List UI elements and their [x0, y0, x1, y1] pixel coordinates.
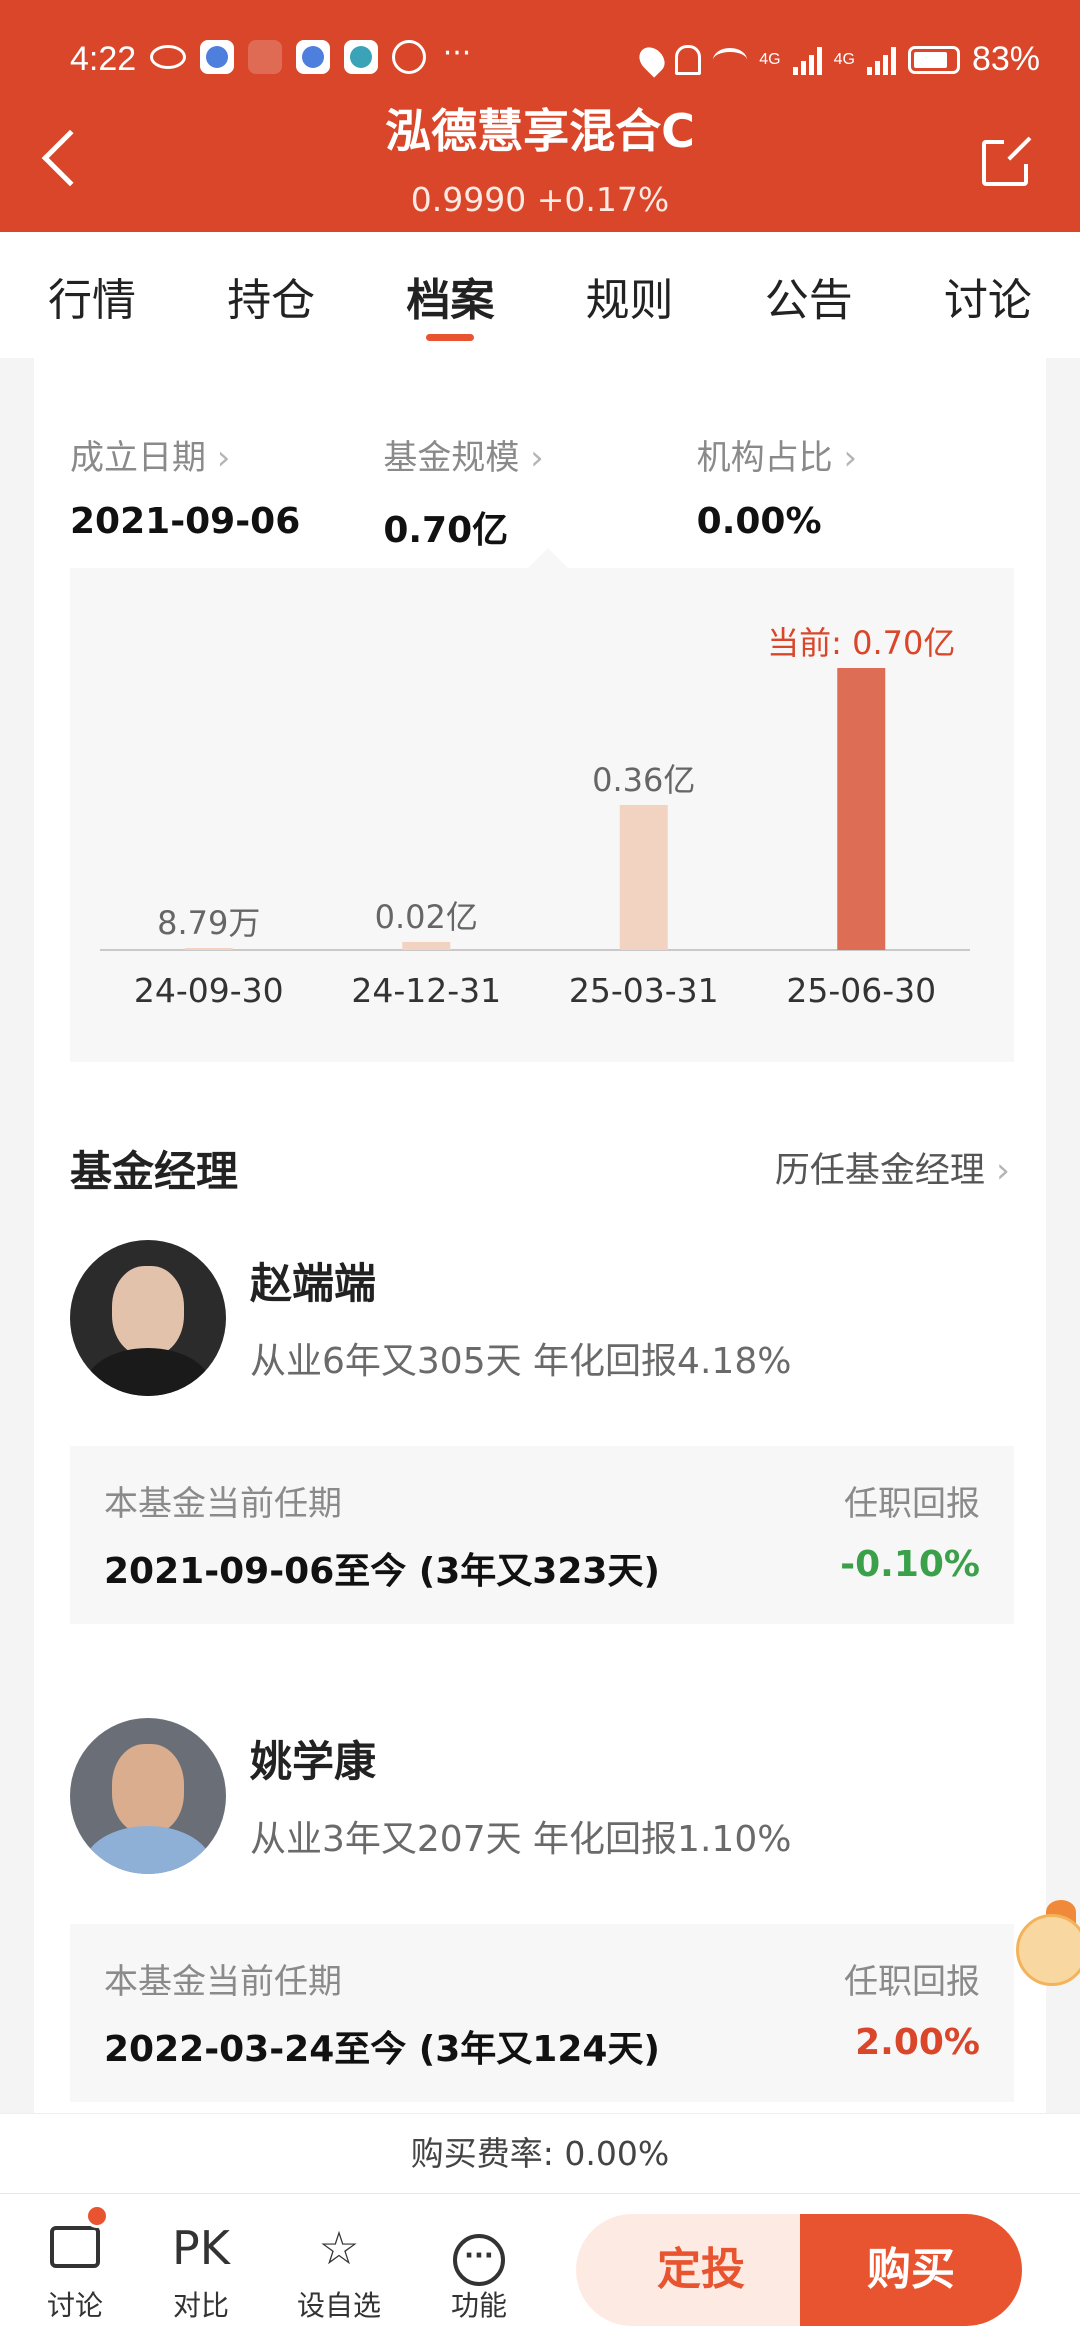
app-notification-icon	[296, 40, 330, 74]
app-notification-icon	[344, 40, 378, 74]
add-watchlist-button[interactable]: ☆ 设自选	[284, 2216, 394, 2324]
return-value: 2.00%	[855, 2022, 980, 2063]
chart-tick-label: 25-06-30	[786, 971, 936, 1010]
location-icon	[634, 41, 670, 78]
purchase-fee: 购买费率: 0.00%	[0, 2113, 1080, 2193]
chart-bar	[402, 941, 451, 950]
chart-tick-label: 24-12-31	[351, 971, 501, 1010]
avatar	[70, 1718, 226, 1874]
manager-item[interactable]: 姚学康 从业3年又207天 年化回报1.10% 本基金当前任期 2022-03-…	[70, 1718, 1014, 2104]
app-header: 4:22 ··· 4G 4G 83% 泓德慧享混合C 0.9990 +0.17%	[0, 0, 1080, 232]
assistant-mascot-icon[interactable]	[1016, 1900, 1080, 1996]
chart-data-label: 当前: 0.70亿	[767, 624, 955, 662]
tab-market[interactable]: 行情	[22, 232, 162, 358]
chart-data-label: 0.02亿	[375, 898, 478, 936]
stat-value: 2021-09-06	[70, 501, 301, 542]
battery-icon	[907, 45, 960, 74]
app-notification-icon	[248, 40, 282, 74]
manager-desc: 从业3年又207天 年化回报1.10%	[250, 1819, 792, 1860]
notification-icons: ···	[150, 36, 474, 74]
fund-stats: 成立日期 2021-09-06 基金规模 0.70亿 机构占比 0.00%	[70, 430, 1010, 553]
more-icon: ···	[453, 2234, 505, 2286]
chart-bar	[619, 804, 668, 950]
manager-desc: 从业6年又305天 年化回报4.18%	[250, 1341, 792, 1382]
star-icon: ☆	[318, 2221, 360, 2275]
return-value: -0.10%	[840, 1544, 980, 1585]
tab-bar: 行情 持仓 档案 规则 公告 讨论	[0, 232, 1080, 358]
term-value: 2022-03-24至今 (3年又124天)	[104, 2029, 660, 2070]
functions-button[interactable]: ··· 功能	[424, 2216, 534, 2324]
discuss-button[interactable]: 讨论	[20, 2216, 130, 2324]
term-label: 本基金当前任期	[104, 1962, 342, 2002]
wifi-icon	[713, 47, 748, 72]
status-right: 4G 4G 83%	[634, 40, 1040, 79]
return-label: 任职回报	[844, 1484, 980, 1524]
managers-title: 基金经理	[70, 1147, 239, 1196]
compare-label: 对比	[172, 2289, 229, 2322]
share-icon[interactable]	[982, 134, 1034, 186]
manager-item[interactable]: 赵端端 从业6年又305天 年化回报4.18% 本基金当前任期 2021-09-…	[70, 1240, 1014, 1626]
term-value: 2021-09-06至今 (3年又323天)	[104, 1551, 660, 1592]
stat-label: 基金规模	[383, 430, 696, 479]
chart-svg: 8.79万 24-09-30 0.02亿 24-12-31 0.36亿 25-03-31 当…	[100, 624, 970, 1010]
stat-fund-size[interactable]: 基金规模 0.70亿	[383, 430, 696, 553]
stat-label: 机构占比	[697, 430, 1010, 479]
battery-percent: 83%	[971, 40, 1040, 78]
notification-dot	[85, 2204, 109, 2228]
stat-value: 0.70亿	[383, 510, 509, 551]
stat-value: 0.00%	[696, 501, 822, 542]
wechat-icon	[392, 40, 426, 74]
chart-tick-label: 25-03-31	[569, 971, 719, 1010]
watchlist-label: 设自选	[296, 2289, 381, 2322]
stat-label: 成立日期	[70, 430, 383, 479]
manager-term-box: 本基金当前任期 2022-03-24至今 (3年又124天) 任职回报 2.00…	[70, 1924, 1014, 2102]
functions-label: 功能	[450, 2289, 507, 2322]
past-managers-link[interactable]: 历任基金经理	[775, 1142, 1010, 1193]
sip-button[interactable]: 定投	[576, 2214, 826, 2326]
chart-tick-label: 24-09-30	[134, 971, 284, 1010]
fund-title: 泓德慧享混合C	[385, 104, 695, 158]
bottom-action-bar: 讨论 PK 对比 ☆ 设自选 ··· 功能 定投 购买	[0, 2193, 1080, 2340]
fund-nav-change: 0.9990 +0.17%	[410, 180, 670, 219]
chart-data-label: 0.36亿	[592, 761, 695, 799]
tab-profile[interactable]: 档案	[380, 232, 520, 358]
compare-button[interactable]: PK 对比	[146, 2216, 256, 2324]
managers-header: 基金经理 历任基金经理	[70, 1138, 1010, 1198]
signal-icon	[792, 45, 822, 75]
stat-institution-ratio[interactable]: 机构占比 0.00%	[697, 430, 1010, 553]
tab-rules[interactable]: 规则	[560, 232, 700, 358]
signal-icon	[866, 45, 896, 75]
status-bar: 4:22 ··· 4G 4G 83%	[0, 30, 1080, 94]
chart-data-label: 8.79万	[157, 904, 260, 942]
profile-card: 成立日期 2021-09-06 基金规模 0.70亿 机构占比 0.00% 8.…	[34, 358, 1046, 2113]
avatar	[70, 1240, 226, 1396]
tab-holdings[interactable]: 持仓	[201, 232, 341, 358]
term-label: 本基金当前任期	[104, 1484, 342, 1524]
pk-icon: PK	[172, 2221, 230, 2275]
fund-size-chart: 8.79万 24-09-30 0.02亿 24-12-31 0.36亿 25-03-31 当…	[70, 568, 1014, 1062]
chart-bar	[837, 668, 886, 950]
tab-announcements[interactable]: 公告	[739, 232, 879, 358]
manager-name: 姚学康	[250, 1737, 377, 1786]
chart-bar	[184, 948, 233, 950]
app-notification-icon	[200, 40, 234, 74]
more-notifications-icon: ···	[442, 36, 472, 71]
mute-icon	[675, 44, 702, 75]
status-time: 4:22	[70, 40, 137, 78]
chat-icon	[50, 2226, 100, 2268]
tab-discussion[interactable]: 讨论	[918, 232, 1058, 358]
manager-term-box: 本基金当前任期 2021-09-06至今 (3年又323天) 任职回报 -0.1…	[70, 1446, 1014, 1624]
return-label: 任职回报	[844, 1962, 980, 2002]
stat-inception-date[interactable]: 成立日期 2021-09-06	[70, 430, 383, 553]
manager-name: 赵端端	[250, 1259, 377, 1308]
eye-icon	[150, 45, 186, 69]
network-type-1: 4G	[759, 50, 781, 68]
network-type-2: 4G	[833, 50, 855, 68]
discuss-label: 讨论	[46, 2289, 103, 2322]
buy-button[interactable]: 购买	[800, 2214, 1022, 2326]
